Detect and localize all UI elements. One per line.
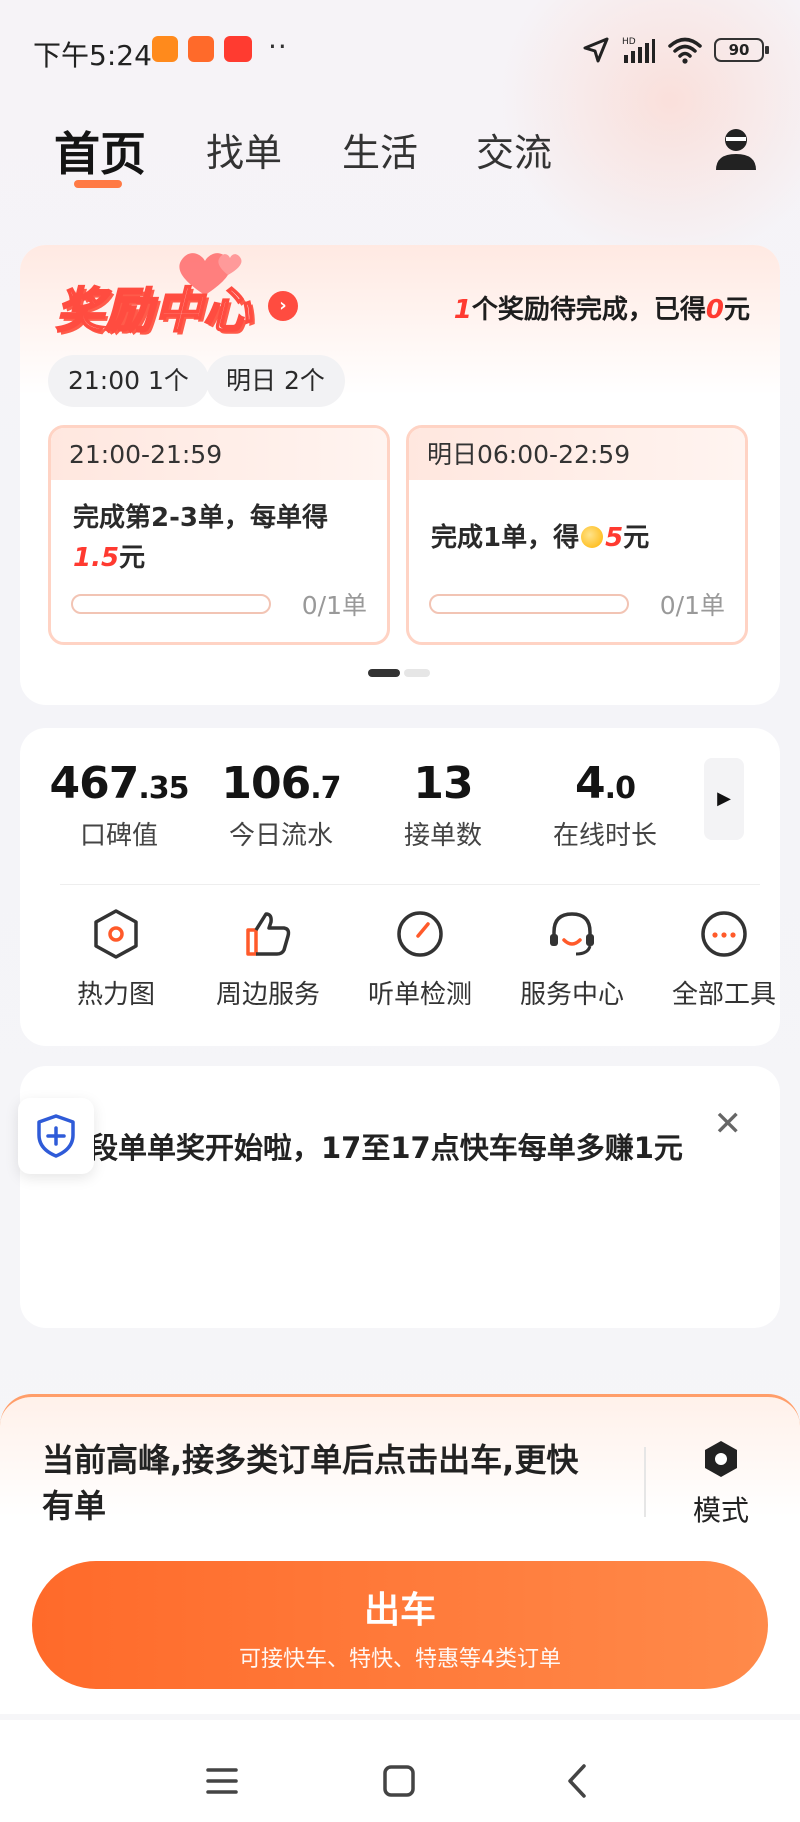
divider — [644, 1447, 646, 1517]
task-time: 21:00-21:59 — [51, 428, 387, 480]
menu-icon[interactable] — [206, 1762, 238, 1802]
safety-shield-button[interactable] — [18, 1098, 94, 1174]
app-notification-icon — [152, 36, 178, 62]
stat-value: 467.35 — [49, 758, 189, 809]
stat-today-earnings[interactable]: 106.7 今日流水 — [196, 758, 366, 852]
close-icon[interactable]: ✕ — [714, 1104, 743, 1144]
reward-summary-text: 个奖励待完成，已得 — [471, 295, 706, 325]
stat-order-count[interactable]: 13 接单数 — [358, 758, 528, 852]
more-notifications-icon: ·· — [268, 30, 288, 63]
tab-active-indicator — [74, 180, 122, 188]
go-online-title: 出车 — [363, 1590, 436, 1631]
thumbs-up-icon — [246, 912, 291, 956]
app-notification-icon — [188, 36, 214, 62]
go-online-button[interactable]: 出车 可接快车、特快、特惠等4类订单 — [32, 1561, 768, 1689]
wifi-icon — [668, 37, 702, 64]
signal-icon: HD — [622, 37, 655, 63]
mode-label: 模式 — [692, 1494, 749, 1527]
play-right-icon[interactable]: ▶ — [704, 758, 744, 840]
task-time: 明日06:00-22:59 — [409, 428, 745, 480]
reward-center-title[interactable]: 奖励中心 — [55, 271, 252, 341]
stat-label: 今日流水 — [228, 821, 333, 851]
tool-order-check[interactable]: 听单检测 — [344, 908, 496, 1011]
tool-all-tools[interactable]: 全部工具 — [648, 908, 800, 1011]
gauge-icon — [397, 911, 443, 957]
profile-icon[interactable] — [714, 126, 758, 172]
tool-label: 听单检测 — [367, 980, 472, 1010]
reward-chip-tomorrow[interactable]: 明日 2个 — [206, 355, 345, 407]
stat-value: 13 — [413, 758, 473, 809]
status-icons: HD 90 — [582, 34, 769, 66]
task-description: 完成第2-3单，每单得 1.5元 — [73, 498, 373, 578]
reward-pending-count: 1 — [453, 295, 472, 325]
reward-earned-amount: 0 — [705, 295, 724, 325]
coin-icon — [581, 526, 604, 548]
reward-center-card[interactable]: 奖励中心 › 1个奖励待完成，已得0元 21:00 1个 明日 2个 21:00… — [20, 245, 780, 705]
shield-plus-icon — [37, 1114, 75, 1158]
stat-label: 口碑值 — [79, 821, 158, 851]
stat-value: 4.0 — [575, 758, 636, 809]
go-online-panel: 当前高峰,接多类订单后点击出车,更快有单 模式 出车 可接快车、特快、特惠等4类… — [0, 1394, 800, 1714]
carousel-dot-active — [368, 669, 400, 677]
task-reward-amount: 5 — [605, 523, 624, 553]
tool-label: 服务中心 — [519, 980, 624, 1010]
battery-icon: 90 — [714, 38, 769, 62]
tab-community[interactable]: 交流 — [476, 122, 552, 177]
tool-label: 热力图 — [76, 980, 155, 1010]
top-nav-tabs: 首页 找单 生活 交流 — [0, 110, 800, 200]
stat-value: 106.7 — [221, 758, 341, 809]
more-icon — [701, 911, 747, 957]
chevron-right-icon[interactable]: › — [268, 291, 298, 321]
battery-level: 90 — [728, 41, 750, 59]
driver-stats-card: 467.35 口碑值 106.7 今日流水 13 接单数 4.0 在线时长 ▶ … — [20, 728, 780, 1046]
status-time: 下午5:24 — [33, 39, 152, 72]
mode-button[interactable]: 模式 — [676, 1439, 766, 1529]
system-navigation-bar — [0, 1720, 800, 1822]
reward-task-card[interactable]: 明日06:00-22:59 完成1单，得 5元 0/1单 — [406, 425, 748, 645]
divider — [60, 884, 760, 885]
task-reward-unit: 元 — [119, 543, 146, 573]
tab-home[interactable]: 首页 — [54, 118, 146, 184]
carousel-indicator — [368, 669, 430, 677]
stat-label: 在线时长 — [552, 821, 657, 851]
go-online-subtitle: 可接快车、特快、特惠等4类订单 — [239, 1647, 561, 1672]
task-progress-text: 0/1单 — [659, 591, 725, 620]
tab-life[interactable]: 生活 — [342, 122, 418, 177]
stat-reputation[interactable]: 467.35 口碑值 — [34, 758, 204, 852]
task-reward-amount: 1.5 — [73, 543, 120, 573]
tool-nearby-services[interactable]: 周边服务 — [192, 908, 344, 1011]
task-reward-unit: 元 — [623, 523, 650, 553]
svg-text:HD: HD — [622, 37, 636, 47]
reward-task-card[interactable]: 21:00-21:59 完成第2-3单，每单得 1.5元 0/1单 — [48, 425, 390, 645]
reward-chip-today[interactable]: 21:00 1个 — [48, 355, 209, 407]
tool-heatmap[interactable]: 热力图 — [40, 908, 192, 1011]
reward-summary: 1个奖励待完成，已得0元 — [454, 289, 750, 326]
tool-label: 全部工具 — [671, 980, 776, 1010]
status-bar: 下午5:24 ·· HD 90 — [0, 0, 800, 100]
carousel-dot — [404, 669, 430, 677]
hexagon-mode-icon — [705, 1441, 737, 1477]
home-square-icon[interactable] — [382, 1762, 416, 1802]
location-arrow-icon — [583, 37, 609, 63]
notice-text: 时段单单奖开始啦，17至17点快车每单多赚1元 — [60, 1131, 683, 1165]
tool-label: 周边服务 — [215, 980, 320, 1010]
task-progress-text: 0/1单 — [301, 591, 367, 620]
task-desc-text: 完成1单，得 — [431, 523, 580, 553]
tool-service-center[interactable]: 服务中心 — [496, 908, 648, 1011]
reward-summary-unit: 元 — [723, 295, 750, 325]
back-icon[interactable] — [564, 1762, 590, 1802]
task-progress-bar — [429, 594, 629, 614]
task-desc-text: 完成第2-3单，每单得 — [73, 503, 328, 533]
task-description: 完成1单，得 5元 — [431, 518, 731, 558]
tab-find-orders[interactable]: 找单 — [206, 122, 282, 177]
peak-hint-text: 当前高峰,接多类订单后点击出车,更快有单 — [42, 1441, 579, 1525]
headset-icon — [550, 912, 594, 956]
heatmap-icon — [94, 909, 138, 959]
task-progress-bar — [71, 594, 271, 614]
app-notification-icon — [224, 36, 252, 62]
stat-online-hours[interactable]: 4.0 在线时长 — [520, 758, 690, 852]
stat-label: 接单数 — [403, 821, 482, 851]
notice-card[interactable]: 时段单单奖开始啦，17至17点快车每单多赚1元 ✕ — [20, 1066, 780, 1328]
